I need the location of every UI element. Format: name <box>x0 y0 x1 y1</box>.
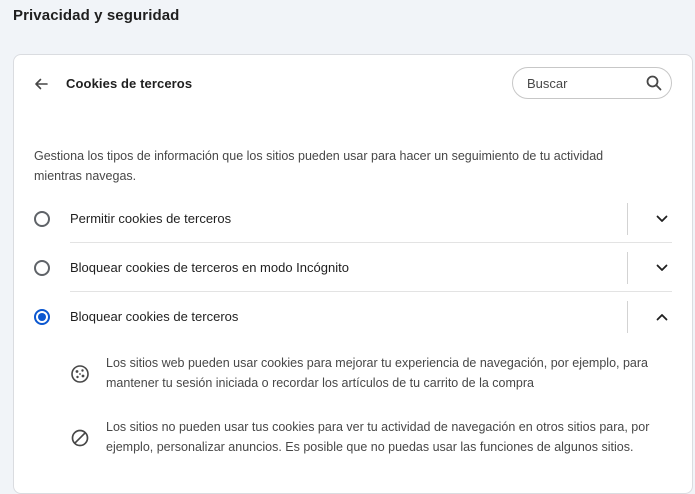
option-label: Bloquear cookies de terceros <box>70 309 239 324</box>
collapse-button[interactable] <box>652 307 672 327</box>
chevron-down-icon <box>656 264 668 271</box>
option-block-incognito[interactable]: Bloquear cookies de terceros en modo Inc… <box>14 244 694 292</box>
page-title: Cookies de terceros <box>66 76 193 91</box>
arrow-back-icon <box>35 78 48 90</box>
option-label: Bloquear cookies de terceros en modo Inc… <box>70 260 349 275</box>
cookie-icon <box>71 365 89 383</box>
search-icon[interactable] <box>645 74 663 92</box>
page-description: Gestiona los tipos de información que lo… <box>34 149 604 183</box>
radio-block-incognito[interactable] <box>34 260 50 276</box>
divider <box>627 252 628 284</box>
expand-button[interactable] <box>652 258 672 278</box>
divider <box>627 301 628 333</box>
back-button[interactable] <box>31 74 51 94</box>
detail-text: Los sitios no pueden usar tus cookies pa… <box>106 420 650 454</box>
radio-block-third-party-cookies[interactable] <box>34 309 50 325</box>
divider <box>627 203 628 235</box>
block-icon <box>71 429 89 447</box>
chevron-down-icon <box>656 215 668 222</box>
settings-card: Cookies de terceros Gestiona los tipos d… <box>13 54 693 494</box>
search-field[interactable] <box>512 67 672 99</box>
radio-allow-third-party-cookies[interactable] <box>34 211 50 227</box>
detail-text: Los sitios web pueden usar cookies para … <box>106 356 648 390</box>
section-title: Privacidad y seguridad <box>13 7 180 24</box>
search-input[interactable] <box>525 74 639 92</box>
expand-button[interactable] <box>652 209 672 229</box>
row-divider <box>70 242 672 243</box>
option-allow-third-party-cookies[interactable]: Permitir cookies de terceros <box>14 195 694 243</box>
chevron-up-icon <box>656 314 668 321</box>
option-block-third-party-cookies[interactable]: Bloquear cookies de terceros <box>14 293 694 341</box>
row-divider <box>70 291 672 292</box>
option-label: Permitir cookies de terceros <box>70 211 232 226</box>
